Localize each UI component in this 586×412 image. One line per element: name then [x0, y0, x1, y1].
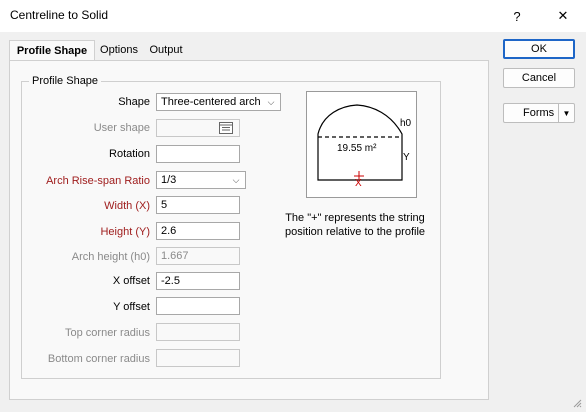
- shape-dropdown[interactable]: Three-centered arch ⌵: [156, 93, 281, 111]
- y-offset-field[interactable]: [156, 297, 240, 315]
- arch-ratio-label: Arch Rise-span Ratio: [46, 175, 150, 187]
- forms-button[interactable]: Forms ▼: [503, 103, 575, 123]
- resize-grip-icon[interactable]: [572, 398, 582, 408]
- group-title: Profile Shape: [29, 75, 102, 87]
- arch-height-field: 1.667: [156, 247, 240, 265]
- user-shape-label: User shape: [93, 122, 150, 134]
- y-offset-label: Y offset: [113, 301, 150, 313]
- profile-preview: 19.55 m² h0 Y X: [306, 91, 417, 198]
- y-dim-label: Y: [403, 152, 410, 163]
- x-offset-label: X offset: [112, 275, 150, 287]
- bottom-radius-field: [156, 349, 240, 367]
- shape-label: Shape: [118, 96, 150, 108]
- tab-output[interactable]: Output: [144, 40, 188, 60]
- forms-label: Forms: [523, 107, 555, 119]
- height-label: Height (Y): [100, 226, 150, 238]
- area-text: 19.55 m²: [337, 143, 377, 154]
- browse-icon: [219, 122, 235, 134]
- rotation-field[interactable]: [156, 145, 240, 163]
- tab-profile-shape[interactable]: Profile Shape: [9, 40, 95, 61]
- preview-note: The "+" represents the string position r…: [284, 212, 426, 238]
- top-radius-field: [156, 323, 240, 341]
- x-offset-field[interactable]: -2.5: [156, 272, 240, 290]
- arch-height-label: Arch height (h0): [71, 251, 150, 263]
- user-shape-field: [156, 119, 240, 137]
- width-field[interactable]: 5: [156, 196, 240, 214]
- arch-ratio-value: 1/3: [161, 174, 177, 186]
- chevron-down-icon[interactable]: ▼: [558, 104, 574, 122]
- rotation-label: Rotation: [109, 148, 150, 160]
- arch-ratio-dropdown[interactable]: 1/3 ⌵: [156, 171, 246, 189]
- h0-label: h0: [400, 118, 412, 129]
- height-field[interactable]: 2.6: [156, 222, 240, 240]
- window-title: Centreline to Solid: [10, 8, 109, 22]
- chevron-down-icon: ⌵: [232, 174, 240, 185]
- close-icon[interactable]: ✕: [540, 0, 586, 32]
- bottom-radius-label: Bottom corner radius: [47, 353, 150, 365]
- tab-options[interactable]: Options: [96, 40, 142, 60]
- cancel-button[interactable]: Cancel: [503, 68, 575, 88]
- top-radius-label: Top corner radius: [65, 327, 150, 339]
- shape-value: Three-centered arch: [161, 96, 261, 108]
- x-dim-label: X: [355, 178, 362, 189]
- ok-button[interactable]: OK: [503, 39, 575, 59]
- chevron-down-icon: ⌵: [267, 96, 275, 107]
- help-button[interactable]: ?: [494, 0, 540, 32]
- width-label: Width (X): [104, 200, 150, 212]
